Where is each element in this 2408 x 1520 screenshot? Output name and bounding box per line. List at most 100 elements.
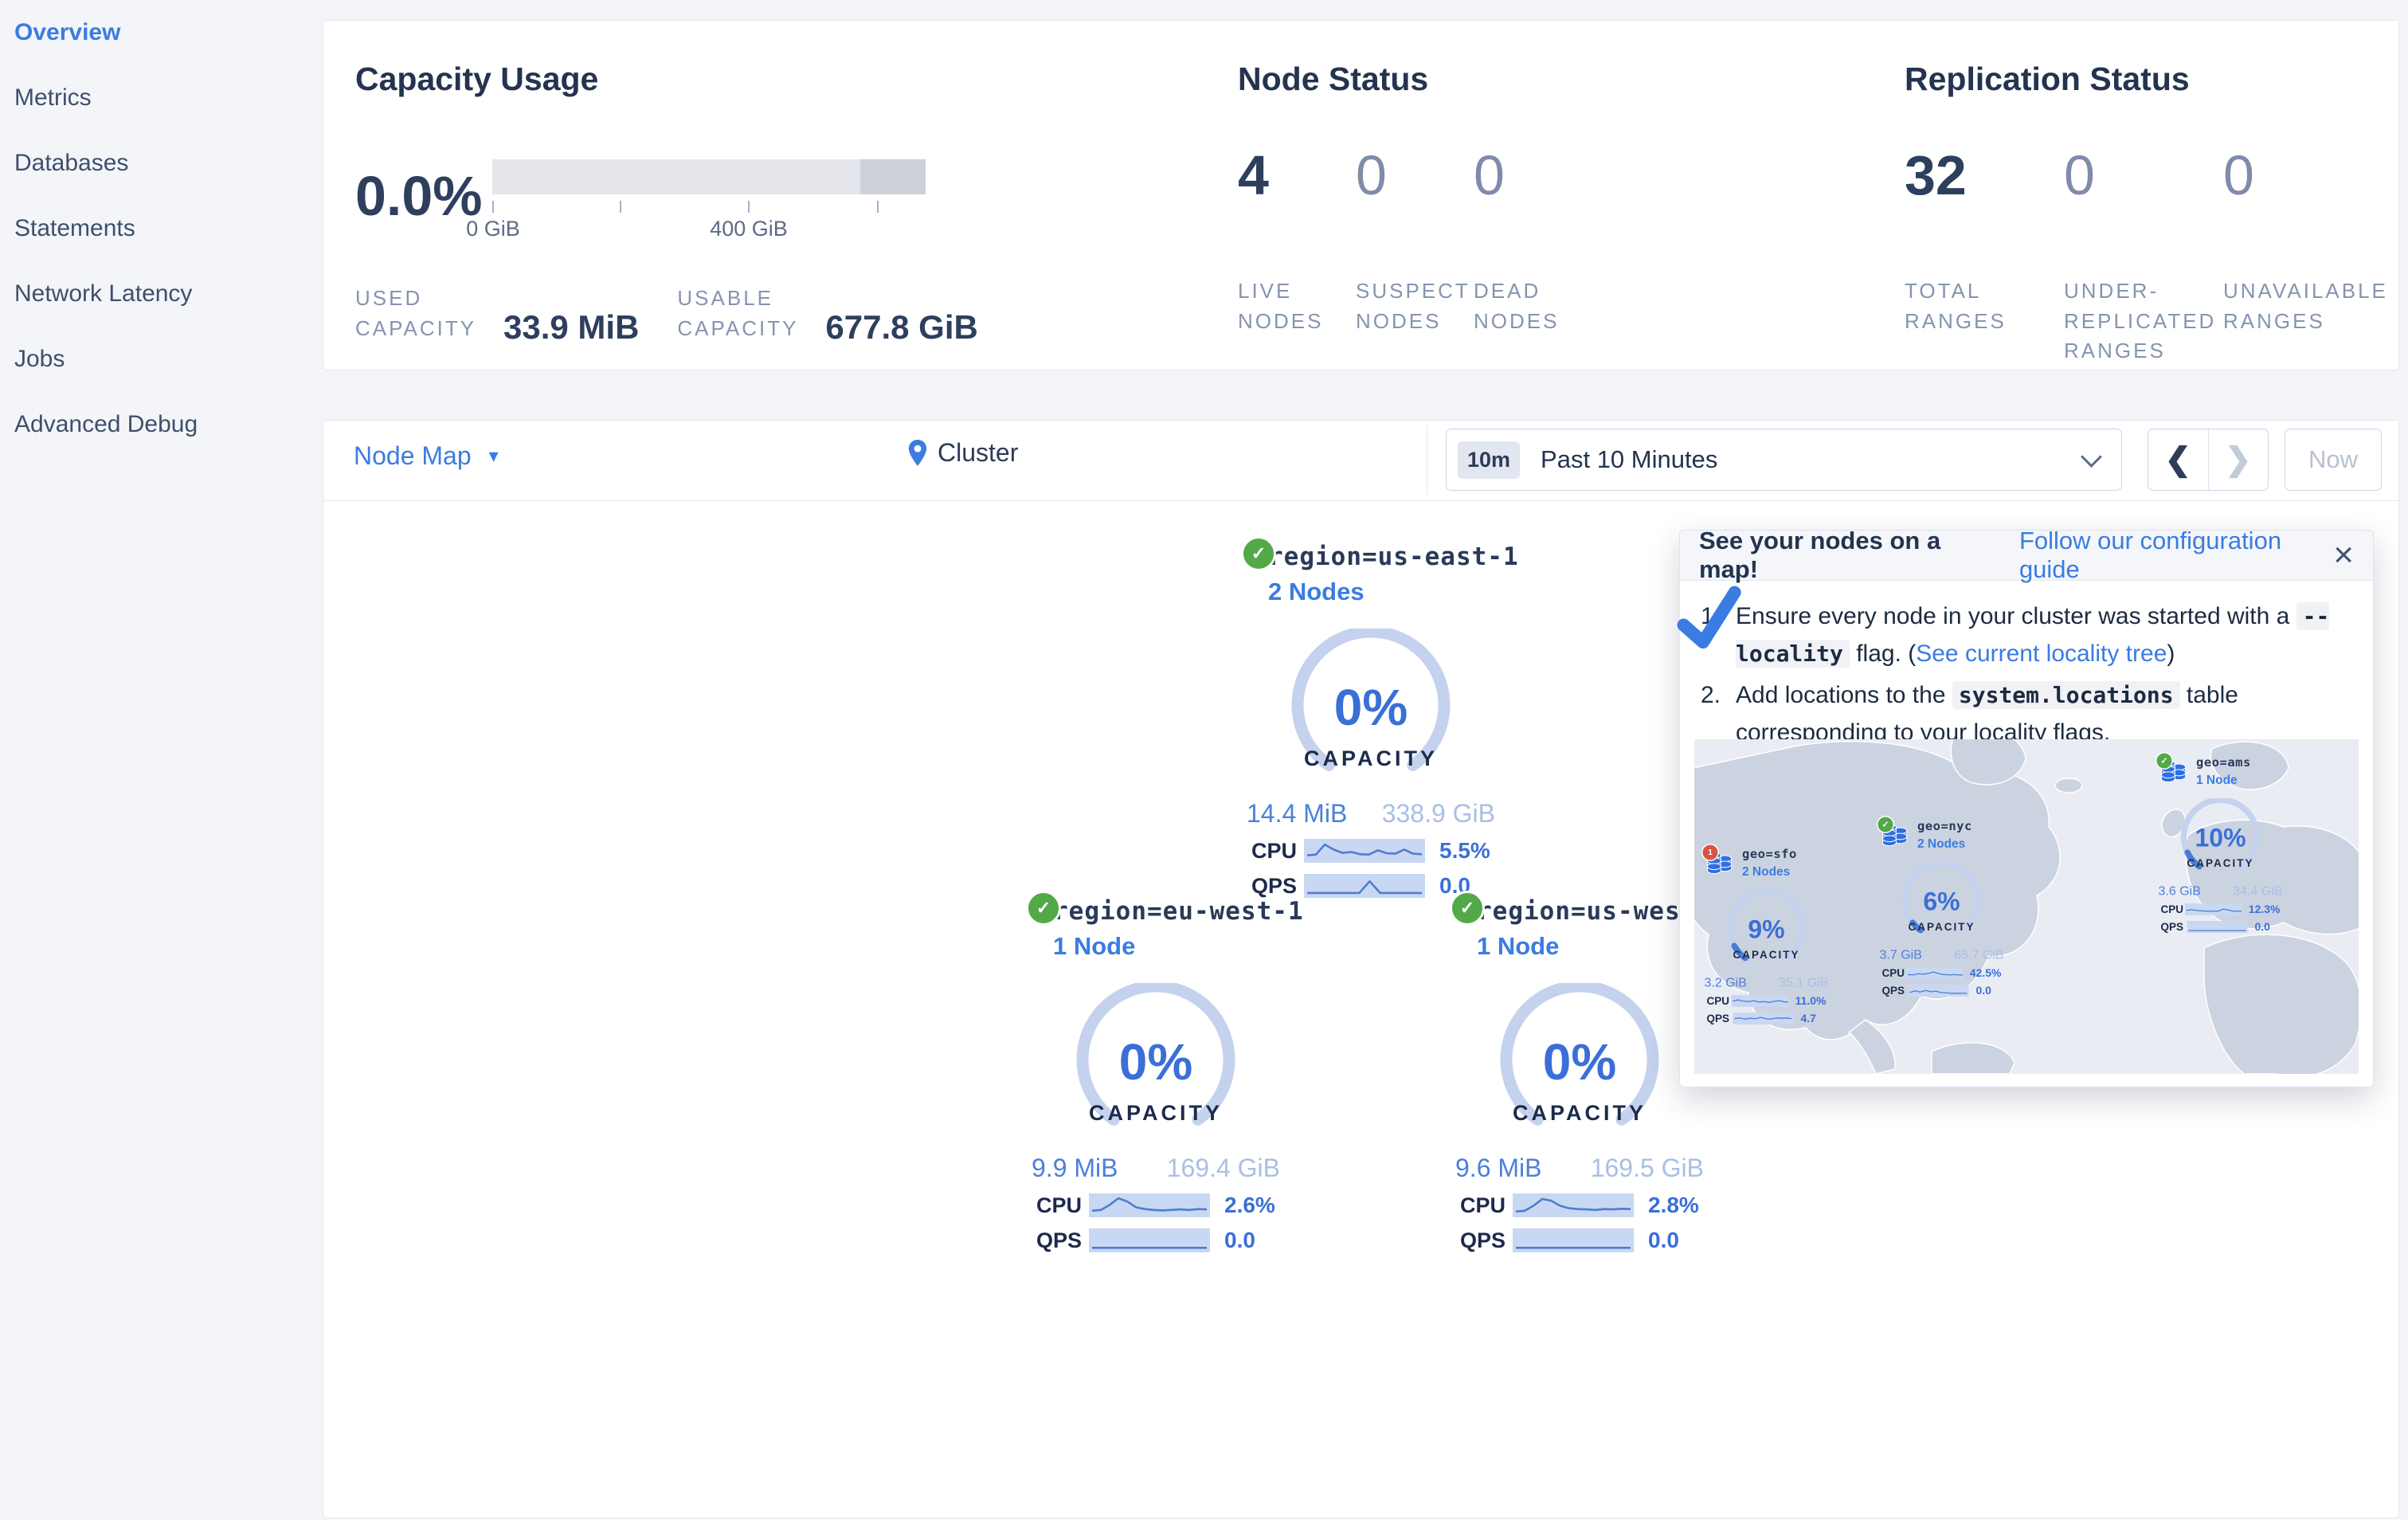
cpu-label: CPU <box>1460 1193 1506 1217</box>
replication-status-stat: 32 TOTAL RANGES <box>1905 147 2064 366</box>
node-group-titles: region=us-east-1 2 Nodes <box>1268 543 1519 606</box>
time-range-select[interactable]: 10m Past 10 Minutes <box>1446 429 2122 491</box>
qps-sparkline <box>1513 1228 1634 1252</box>
locality-label: geo=sfo <box>1742 847 1797 861</box>
nodes-count-link[interactable]: 2 Nodes <box>1917 836 1965 851</box>
qps-label: QPS <box>1881 984 1905 997</box>
qps-metric-row: QPS 0.0 <box>1460 1228 1699 1253</box>
view-mode-dropdown[interactable]: Node Map ▾ <box>354 441 499 471</box>
qps-sparkline <box>2187 921 2248 933</box>
capacity-usage-section: Capacity Usage 0.0% 0 GiB 400 GiB USED C… <box>355 61 1216 346</box>
sidebar-item-jobs[interactable]: Jobs <box>0 327 323 392</box>
replication-status-value: 32 <box>1905 144 1967 206</box>
breadcrumb-label: Cluster <box>938 438 1019 467</box>
cpu-value: 2.8% <box>1648 1193 1699 1217</box>
node-status-stat: 0 DEAD NODES <box>1474 147 1592 336</box>
overview-page: Overview Metrics Databases Statements Networ… <box>0 0 2408 1520</box>
nodes-count-link[interactable]: 2 Nodes <box>1742 864 1790 879</box>
used-capacity-value: 9.6 MiB <box>1455 1154 1542 1182</box>
capacity-usage-title: Capacity Usage <box>355 61 599 97</box>
cpu-value: 2.6% <box>1224 1193 1275 1217</box>
node-group-header: ✓ geo=ams 1 Node <box>2155 752 2286 787</box>
capacity-tick-label: 400 GiB <box>710 217 788 241</box>
cpu-metric-row: CPU 12.3% <box>2161 903 2281 916</box>
cpu-metric-row: CPU 2.6% <box>1036 1193 1275 1218</box>
capacity-label: CAPACITY <box>1303 746 1438 770</box>
cpu-value: 5.5% <box>1439 838 1490 863</box>
sidebar-item-databases[interactable]: Databases <box>0 131 323 196</box>
capacity-gauge: 0% CAPACITY <box>1283 625 1459 788</box>
capacity-tick <box>877 201 879 213</box>
sidebar-item-advanced-debug[interactable]: Advanced Debug <box>0 392 323 457</box>
capacity-label: CAPACITY <box>1088 1101 1223 1125</box>
dropdown-caret-icon: ▾ <box>488 445 499 467</box>
time-now-button[interactable]: Now <box>2285 429 2382 491</box>
sidebar-item-statements[interactable]: Statements <box>0 196 323 261</box>
used-capacity-value: 33.9 MiB <box>503 308 640 347</box>
node-status-label: DEAD NODES <box>1474 279 1560 333</box>
node-map-toolbar: Node Map ▾ Cluster 10m Past 10 Minutes ❮… <box>323 421 2398 501</box>
qps-value: 0.0 <box>2254 920 2270 934</box>
capacity-minmax: 9.9 MiB 169.4 GiB <box>1032 1154 1280 1183</box>
example-node-groups: 1 geo=sfo 2 Nodes 9% CAPACITY 3.2 GiB 35.1 GiB… <box>1694 739 2359 1074</box>
nodes-count-link[interactable]: 1 Node <box>2196 773 2238 787</box>
node-status-stats: 4 LIVE NODES 0 SUSPECT NODES 0 DEAD NODES <box>1238 147 1592 336</box>
used-capacity-value: 3.2 GiB <box>1704 975 1747 989</box>
nodes-count-link[interactable]: 1 Node <box>1477 932 1559 961</box>
node-group-titles: geo=ams 1 Node <box>2196 755 2251 787</box>
used-capacity-label: USED CAPACITY <box>355 286 477 340</box>
usable-capacity-value: 65.7 GiB <box>1954 947 2004 962</box>
cpu-sparkline <box>1304 839 1425 863</box>
capacity-label: CAPACITY <box>1733 949 1800 961</box>
capacity-percent: 9% <box>1748 915 1785 944</box>
capacity-gauge: 0% CAPACITY <box>1492 980 1667 1142</box>
locality-tree-link[interactable]: See current locality tree <box>1916 641 2167 667</box>
cpu-value: 12.3% <box>2248 903 2281 916</box>
status-ok-badge: ✓ <box>1877 816 1894 833</box>
step-done-check-icon <box>1677 586 1741 649</box>
sidebar-item-metrics[interactable]: Metrics <box>0 65 323 131</box>
capacity-percent: 10% <box>2195 823 2246 852</box>
capacity-minmax: 3.6 GiB 34.4 GiB <box>2159 883 2283 899</box>
qps-sparkline <box>1304 874 1425 898</box>
breadcrumb[interactable]: Cluster <box>907 438 1018 468</box>
replication-status-label: UNAVAILABLE RANGES <box>2223 279 2388 333</box>
configuration-guide-link[interactable]: Follow our configuration guide <box>2019 527 2333 584</box>
node-group-header: ✓ geo=nyc 2 Nodes <box>1876 816 2007 851</box>
node-group-header: ✓ region=us-east-1 2 Nodes <box>1239 536 1518 606</box>
locality-label: region=eu-west-1 <box>1053 897 1304 926</box>
capacity-minmax: 14.4 MiB 338.9 GiB <box>1247 799 1495 829</box>
replication-status-title: Replication Status <box>1905 61 2190 97</box>
node-status-title: Node Status <box>1238 61 1429 97</box>
time-next-button[interactable]: ❯ <box>2209 429 2269 490</box>
cpu-label: CPU <box>1251 838 1298 863</box>
capacity-minmax: 9.6 MiB 169.5 GiB <box>1455 1154 1704 1183</box>
time-prev-button[interactable]: ❮ <box>2148 429 2209 490</box>
node-status-value: 4 <box>1238 144 1269 206</box>
locality-label: region=us-east-1 <box>1268 543 1519 571</box>
qps-sparkline <box>1089 1228 1210 1252</box>
capacity-meter-track <box>492 159 926 194</box>
cpu-sparkline <box>1731 995 1788 1007</box>
node-group-titles: geo=nyc 2 Nodes <box>1917 819 1972 851</box>
capacity-percent: 0% <box>1333 679 1408 736</box>
sidebar-item-overview[interactable]: Overview <box>0 0 323 65</box>
node-group-titles: region=eu-west-1 1 Node <box>1053 897 1304 961</box>
node-locality-group: ✓ geo=nyc 2 Nodes 6% CAPACITY 3.7 GiB 65.7 GiB… <box>1876 816 2007 997</box>
time-range-value: Past 10 Minutes <box>1541 445 1718 473</box>
used-capacity-value: 3.7 GiB <box>1879 947 1922 962</box>
sidebar-item-network-latency[interactable]: Network Latency <box>0 261 323 327</box>
qps-label: QPS <box>1251 873 1298 898</box>
nodes-count-link[interactable]: 1 Node <box>1053 932 1135 961</box>
qps-metric-row: QPS 0.0 <box>2161 921 2281 934</box>
replication-status-label: UNDER-REPLICATED RANGES <box>2064 279 2217 363</box>
capacity-percent: 0% <box>1118 1033 1193 1091</box>
cpu-sparkline <box>1906 967 1963 979</box>
close-icon[interactable]: × <box>2333 538 2354 573</box>
used-capacity-value: 3.6 GiB <box>2158 883 2201 898</box>
qps-label: QPS <box>1460 1228 1506 1252</box>
nodes-count-link[interactable]: 2 Nodes <box>1268 578 1365 606</box>
node-group-header: 1 geo=sfo 2 Nodes <box>1701 844 1832 879</box>
capacity-label: CAPACITY <box>2187 857 2254 869</box>
capacity-percent: 0% <box>1542 1033 1617 1091</box>
